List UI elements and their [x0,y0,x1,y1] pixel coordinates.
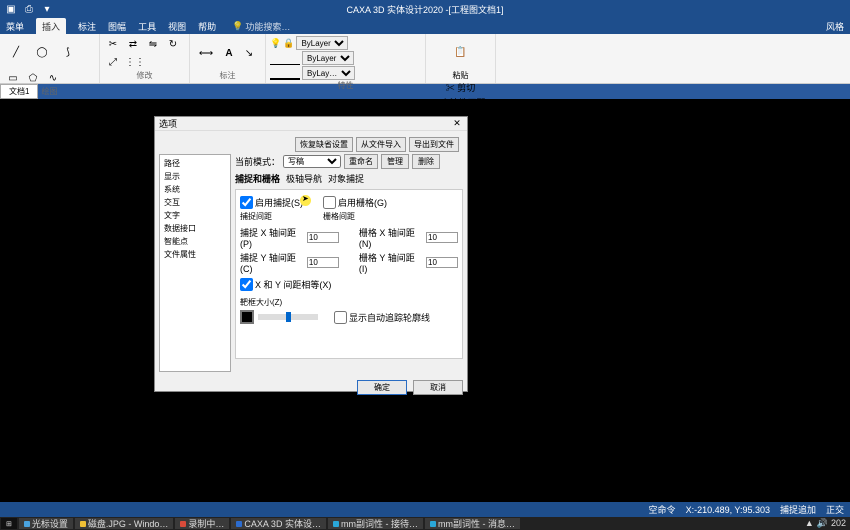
menu-tab-sheet[interactable]: 图幅 [108,20,126,33]
mode-select[interactable]: 写稿 [283,155,341,168]
grid-int-label: 栅格间距 [323,211,387,222]
tray-icon[interactable]: ▲ [805,518,814,529]
dim-tool[interactable]: ⟷ [194,37,218,69]
paste-button[interactable]: 📋 [449,36,473,68]
search-box[interactable]: 💡功能搜索… [232,20,290,33]
xy-equal-checkbox[interactable]: X 和 Y 间距相等(X) [240,278,331,291]
cat-item[interactable]: 显示 [162,170,228,183]
color-swatch[interactable] [240,310,254,324]
arc-tool[interactable]: ⟆ [56,36,80,68]
mirror-tool[interactable]: ⇋ [144,36,162,52]
ok-button[interactable]: 确定 [357,380,407,395]
close-icon[interactable]: ✕ [451,118,463,129]
manage-button[interactable]: 管理 [381,154,409,169]
status-snap[interactable]: 捕捉追加 [780,503,816,516]
cat-item[interactable]: 系统 [162,183,228,196]
rotate-tool[interactable]: ↻ [164,36,182,52]
window-title: CAXA 3D 实体设计2020 -[工程图文档1] [346,3,503,16]
doc-tab[interactable]: 文档1 [0,84,38,99]
layer-color-select[interactable]: ByLayer [296,36,348,50]
cat-item[interactable]: 文件属性 [162,248,228,261]
group-label-modify: 修改 [104,70,185,81]
menu-tab[interactable]: 菜单 [6,20,24,33]
snap-y-input[interactable] [307,257,339,268]
tray-clock[interactable]: 202 [831,518,846,529]
style-label[interactable]: 风格 [826,20,844,33]
cat-item[interactable]: 文字 [162,209,228,222]
lock-icon: 🔒 [283,38,294,49]
menu-tab-help[interactable]: 帮助 [198,20,216,33]
snap-int-label: 捕捉间距 [240,211,303,222]
delete-button[interactable]: 删除 [412,154,440,169]
cat-item[interactable]: 数据接口 [162,222,228,235]
enable-grid-checkbox[interactable]: 启用栅格(G) [323,196,387,209]
task-item[interactable]: mm副词性 - 消息… [425,518,520,529]
task-item[interactable]: CAXA 3D 实体设… [231,518,326,529]
export-file-button[interactable]: 导出到文件 [409,137,459,152]
tray-icon[interactable]: 🔊 [817,518,828,529]
target-size-label: 靶框大小(Z) [240,297,458,308]
size-slider[interactable] [258,314,318,320]
cancel-button[interactable]: 取消 [413,380,463,395]
menu-tab-tools[interactable]: 工具 [138,20,156,33]
task-item[interactable]: 录制中… [175,518,229,529]
cursor-icon [300,195,311,206]
leader-tool[interactable]: ↘ [240,45,258,61]
circle-tool[interactable]: ◯ [30,36,54,68]
tab-polar[interactable]: 极轴导航 [286,172,322,185]
group-label-annot: 标注 [194,70,261,81]
auto-track-checkbox[interactable]: 显示自动追踪轮廓线 [334,311,430,324]
task-item[interactable]: 光标设置 [19,518,73,529]
cat-item[interactable]: 智能点 [162,235,228,248]
enable-snap-checkbox[interactable]: 启用捕捉(S) [240,196,303,209]
menu-tab-annot[interactable]: 标注 [78,20,96,33]
array-tool[interactable]: ⋮⋮ [124,54,146,70]
ribbon: ╱ ◯ ⟆ ▭ ⬠ ∿ 绘图 ✂ ⇄ ⇋ ↻ ⤢ ⋮⋮ 修改 ⟷ A ↘ 标注 … [0,34,850,84]
mode-label: 当前模式： [235,155,280,168]
status-ortho[interactable]: 正交 [826,503,844,516]
line-tool[interactable]: ╱ [4,36,28,68]
grid-x-input[interactable] [426,232,458,243]
cat-item[interactable]: 交互 [162,196,228,209]
options-dialog: 选项 ✕ 恢复缺省设置 从文件导入 导出到文件 路径 显示 系统 交互 文字 数据… [154,116,468,392]
print-icon[interactable]: ⎙ [22,2,36,16]
rename-button[interactable]: 重命名 [344,154,378,169]
layer-line-select[interactable]: ByLayer [302,51,354,65]
bulb-icon: 💡 [232,21,243,32]
import-file-button[interactable]: 从文件导入 [356,137,406,152]
dropdown-icon[interactable]: ▾ [40,2,54,16]
task-item[interactable]: 磁盘.JPG - Windo… [75,518,174,529]
trim-tool[interactable]: ✂ [104,36,122,52]
task-item[interactable]: mm副词性 - 接待… [328,518,423,529]
category-list[interactable]: 路径 显示 系统 交互 文字 数据接口 智能点 文件属性 [159,154,231,372]
start-button[interactable]: ⊞ [1,518,17,529]
status-coord: X:-210.489, Y:95.303 [686,505,770,515]
lamp-icon: 💡 [270,38,281,49]
spline-tool[interactable]: ∿ [44,70,62,86]
menu-tab-view[interactable]: 视图 [168,20,186,33]
restore-defaults-button[interactable]: 恢复缺省设置 [295,137,353,152]
layer-weight-select[interactable]: ByLay… [302,66,355,80]
status-cmd: 空命令 [649,503,676,516]
app-icon: ▣ [4,2,18,16]
dialog-title: 选项 [159,117,177,130]
group-label-prop: 特性 [270,80,421,91]
grid-y-input[interactable] [426,257,458,268]
tab-osnap[interactable]: 对象捕捉 [328,172,364,185]
text-tool[interactable]: A [220,45,238,61]
offset-tool[interactable]: ⇄ [124,36,142,52]
tab-snap-grid[interactable]: 捕捉和栅格 [235,172,280,185]
cut-button[interactable]: ✂ 剪切 [446,81,476,94]
menu-tab-insert[interactable]: 插入 [36,18,66,35]
cat-item[interactable]: 路径 [162,157,228,170]
scale-tool[interactable]: ⤢ [104,54,122,70]
snap-x-input[interactable] [307,232,339,243]
